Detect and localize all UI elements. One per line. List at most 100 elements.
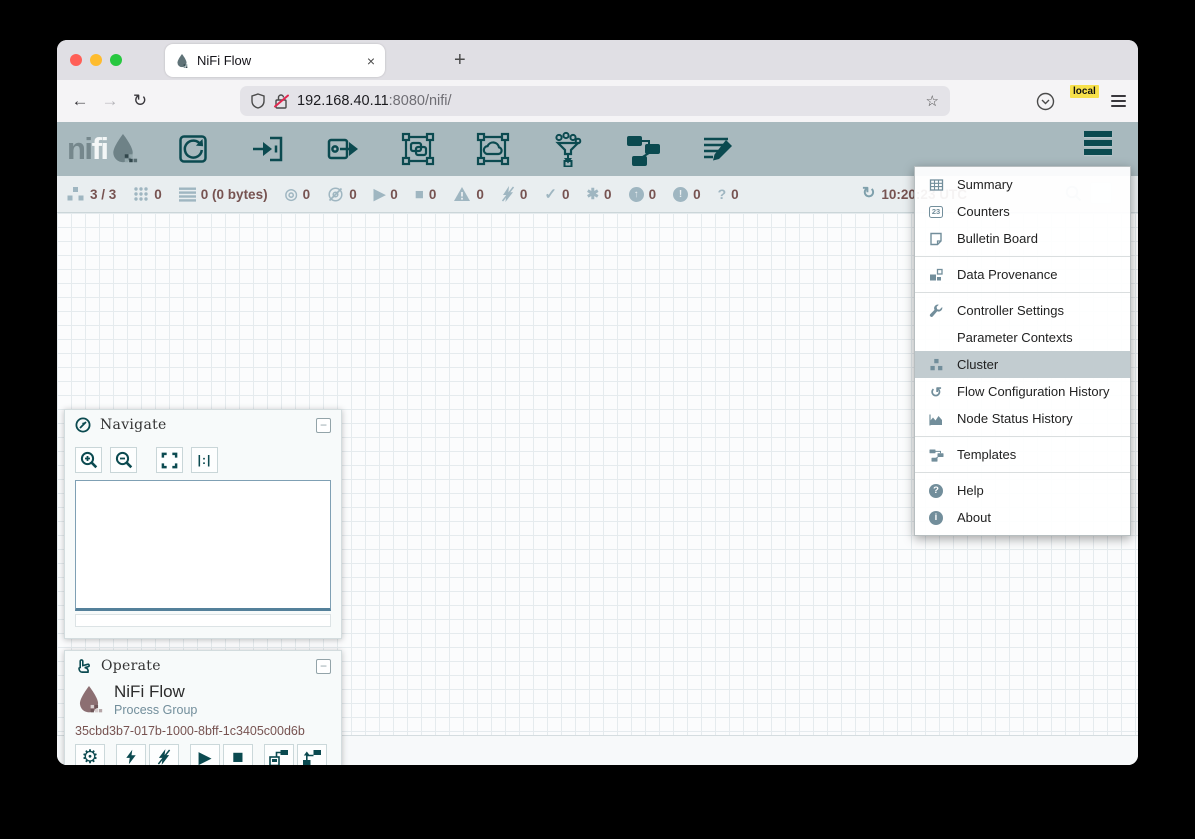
label-component-icon[interactable] <box>699 130 737 168</box>
up-to-date-count: 0 <box>562 187 570 202</box>
input-port-component-icon[interactable] <box>249 130 287 168</box>
configure-button[interactable]: ⚙ <box>75 744 105 765</box>
menu-item-counters[interactable]: 23 Counters <box>915 198 1130 225</box>
help-circle-icon: ? <box>927 484 945 498</box>
menu-item-bulletin-board[interactable]: Bulletin Board <box>915 225 1130 252</box>
global-menu-icon[interactable] <box>1084 131 1112 155</box>
pocket-icon[interactable] <box>1036 92 1055 111</box>
menu-label: About <box>957 510 991 525</box>
menu-label: Bulletin Board <box>957 231 1038 246</box>
menu-label: Parameter Contexts <box>957 330 1073 345</box>
asterisk-icon: ✱ <box>586 187 599 202</box>
birdseye-minimap[interactable] <box>75 480 331 611</box>
stopped-square-icon: ■ <box>415 187 424 202</box>
template-icon <box>927 448 945 462</box>
menu-item-templates[interactable]: Templates <box>915 441 1130 468</box>
zoom-fit-button[interactable] <box>156 447 183 473</box>
gear-icon: ⚙ <box>81 748 98 766</box>
upload-template-icon <box>302 749 322 766</box>
browser-tab[interactable]: NiFi Flow × <box>165 44 385 77</box>
info-circle-icon: i <box>927 511 945 525</box>
menu-item-summary[interactable]: Summary <box>915 171 1130 198</box>
bookmark-star-icon[interactable]: ☆ <box>926 92 939 110</box>
invalid-warning-icon <box>453 186 471 202</box>
menu-item-data-provenance[interactable]: Data Provenance <box>915 261 1130 288</box>
menu-label: Counters <box>957 204 1010 219</box>
upload-template-button[interactable] <box>297 744 327 765</box>
cluster-count: 3 / 3 <box>90 187 116 202</box>
close-window-button[interactable] <box>70 54 82 66</box>
stop-button[interactable]: ■ <box>223 744 253 765</box>
start-button[interactable]: ▶ <box>190 744 220 765</box>
menu-divider <box>915 472 1130 473</box>
stat-active-threads: 0 <box>133 186 162 202</box>
provenance-blocks-icon <box>927 268 945 282</box>
tab-bar: NiFi Flow × + <box>57 40 1138 80</box>
menu-label: Templates <box>957 447 1016 462</box>
navigate-collapse-button[interactable]: − <box>316 418 331 433</box>
stop-icon: ■ <box>232 748 243 766</box>
not-transmitting-icon <box>327 186 344 203</box>
output-port-component-icon[interactable] <box>324 130 362 168</box>
history-icon: ↺ <box>927 385 945 399</box>
stat-cluster: 3 / 3 <box>66 186 116 203</box>
zoom-out-button[interactable] <box>110 447 137 473</box>
menu-item-flow-configuration-history[interactable]: ↺ Flow Configuration History <box>915 378 1130 405</box>
template-component-icon[interactable] <box>624 130 662 168</box>
menu-label: Help <box>957 483 984 498</box>
reload-button[interactable]: ↻ <box>125 91 155 111</box>
profile-avatar[interactable]: local <box>1072 90 1094 112</box>
browser-window: NiFi Flow × + ← → ↻ 192.168.40.11:8080/n… <box>57 40 1138 765</box>
menu-item-node-status-history[interactable]: Node Status History <box>915 405 1130 432</box>
container-badge: local <box>1070 85 1099 98</box>
stat-not-transmitting: 0 <box>327 186 357 203</box>
insecure-lock-icon[interactable] <box>274 93 288 109</box>
menu-item-parameter-contexts[interactable]: Parameter Contexts <box>915 324 1130 351</box>
shield-icon[interactable] <box>251 93 265 109</box>
process-group-component-icon[interactable] <box>399 130 437 168</box>
operate-collapse-button[interactable]: − <box>316 659 331 674</box>
menu-item-help[interactable]: ? Help <box>915 477 1130 504</box>
navigate-panel: Navigate − <box>64 409 342 639</box>
bolt-slash-icon <box>157 749 171 765</box>
stat-sync-failure: ? 0 <box>718 187 739 202</box>
operate-buttons-row1: ⚙ ▶ ■ <box>65 741 341 765</box>
forward-button[interactable]: → <box>95 91 125 111</box>
create-template-button[interactable] <box>264 744 294 765</box>
back-button[interactable]: ← <box>65 91 95 111</box>
maximize-window-button[interactable] <box>110 54 122 66</box>
disabled-count: 0 <box>520 187 528 202</box>
component-palette <box>174 130 737 168</box>
menu-label: Summary <box>957 177 1013 192</box>
counters-icon: 23 <box>927 206 945 218</box>
menu-item-cluster[interactable]: Cluster <box>915 351 1130 378</box>
disable-button[interactable] <box>149 744 179 765</box>
process-group-drop-icon <box>75 683 103 717</box>
transmitting-count: 0 <box>303 187 311 202</box>
stat-queued: 0 (0 bytes) <box>179 187 268 202</box>
menu-item-about[interactable]: i About <box>915 504 1130 531</box>
not-transmitting-count: 0 <box>349 187 357 202</box>
remote-process-group-component-icon[interactable] <box>474 130 512 168</box>
zoom-in-button[interactable] <box>75 447 102 473</box>
refresh-icon[interactable]: ↻ <box>862 186 875 202</box>
enable-button[interactable] <box>116 744 146 765</box>
summary-table-icon <box>927 178 945 192</box>
funnel-component-icon[interactable] <box>549 130 587 168</box>
locally-modified-count: 0 <box>604 187 612 202</box>
processor-component-icon[interactable] <box>174 130 212 168</box>
minimize-window-button[interactable] <box>90 54 102 66</box>
flow-id: 35cbd3b7-017b-1000-8bff-1c3405c00d6b <box>65 717 341 741</box>
menu-divider <box>915 256 1130 257</box>
menu-divider <box>915 292 1130 293</box>
menu-item-controller-settings[interactable]: Controller Settings <box>915 297 1130 324</box>
tab-close-icon[interactable]: × <box>367 53 375 69</box>
zoom-actual-size-button[interactable]: |:| <box>191 447 218 473</box>
browser-menu-icon[interactable] <box>1111 95 1126 107</box>
tab-favicon-nifi-drop-icon <box>175 53 189 69</box>
new-tab-button[interactable]: + <box>454 49 466 72</box>
nifi-drop-icon <box>108 132 138 166</box>
url-bar[interactable]: 192.168.40.11:8080/nifi/ ☆ <box>240 86 950 116</box>
minimap-resize-strip[interactable] <box>75 614 331 627</box>
stopped-count: 0 <box>429 187 437 202</box>
